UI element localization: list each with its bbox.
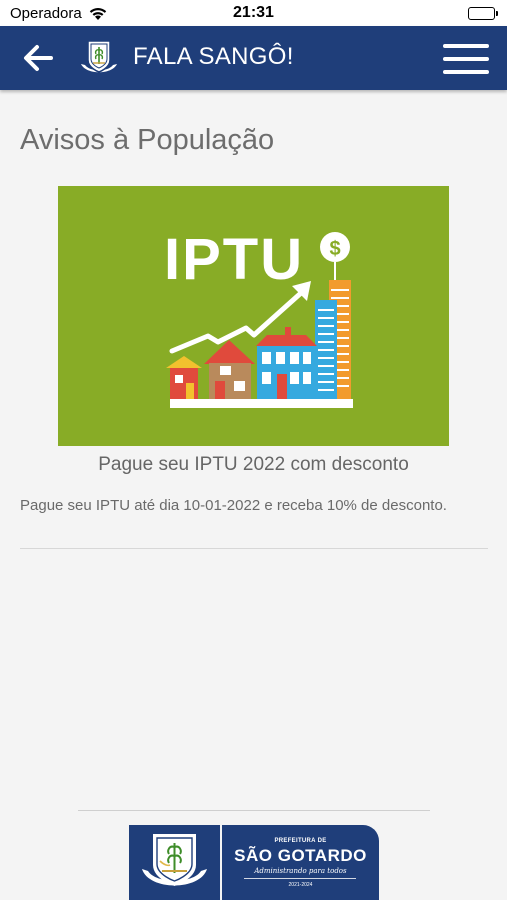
notice-title[interactable]: Pague seu IPTU 2022 com desconto [0,454,507,476]
slogan: Administrando para todos [254,867,347,875]
notice-description: Pague seu IPTU até dia 10-01-2022 e rece… [20,497,447,514]
app-header: FALA SANGÔ! [0,26,507,90]
status-bar: Operadora 21:31 [0,0,507,26]
notice-image[interactable]: IPTU $ [58,186,449,446]
crest-icon [142,834,207,886]
divider [20,548,488,549]
footer-divider [78,810,430,811]
svg-text:$: $ [329,238,340,260]
term-divider [244,878,356,879]
footer-crest-box [129,825,220,900]
back-button[interactable] [20,40,56,76]
clock: 21:31 [233,4,274,21]
city-name: SÃO GOTARDO [234,846,367,865]
prefeitura-label: PREFEITURA DE [274,838,327,844]
crest-icon [78,37,120,79]
brown-house-icon [204,340,255,400]
arrow-left-icon [24,45,53,71]
blue-tower-icon [315,300,337,400]
battery-icon [468,7,498,20]
iptu-text: IPTU [164,227,304,292]
menu-button[interactable] [443,44,489,74]
term-years: 2021-2024 [288,882,313,888]
blue-building-icon [256,327,317,400]
app-title: FALA SANGÔ! [133,43,294,70]
hamburger-menu-icon [443,44,489,74]
footer-name-box: PREFEITURA DE SÃO GOTARDO Administrando … [222,825,379,900]
page-title: Avisos à População [20,124,275,156]
dollar-coin-icon: $ [320,232,350,280]
small-house-icon [166,356,202,400]
footer-logo: PREFEITURA DE SÃO GOTARDO Administrando … [129,825,379,900]
ground-line [170,399,353,408]
